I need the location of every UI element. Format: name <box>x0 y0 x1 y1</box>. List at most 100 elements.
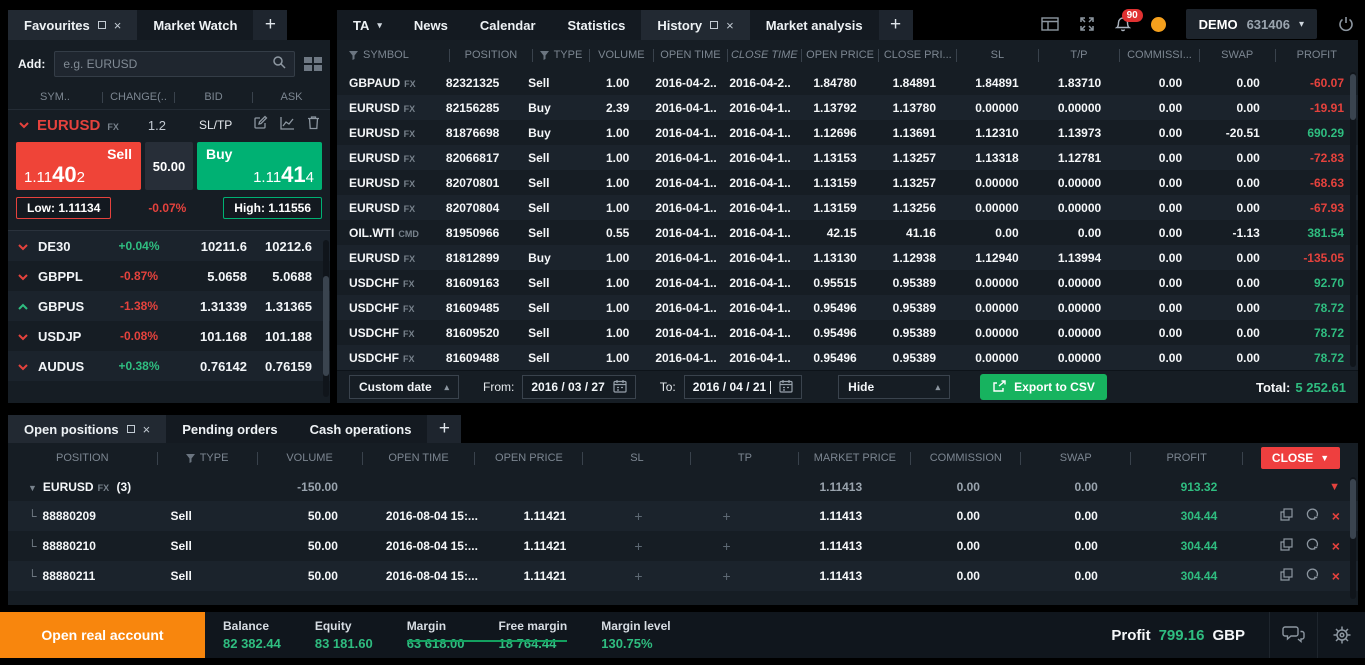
history-col-close-time[interactable]: CLOSE TIME <box>728 49 802 62</box>
account-selector[interactable]: DEMO 631406 ▾ <box>1186 9 1317 39</box>
history-row[interactable]: USDCHFFX81609485Sell1.002016-04-1...2016… <box>337 295 1358 320</box>
watch-bid[interactable]: 101.168 <box>175 329 253 344</box>
watch-bid[interactable]: 0.76142 <box>175 359 253 374</box>
position-row[interactable]: └88880209 Sell 50.00 2016-08-04 15:... 1… <box>8 501 1358 531</box>
positions-col-swap[interactable]: SWAP <box>1021 452 1131 465</box>
power-logout-icon[interactable] <box>1337 15 1355 33</box>
positions-col-market-price[interactable]: MARKET PRICE <box>799 452 911 465</box>
tab-open-positions[interactable]: Open positions × <box>8 415 166 443</box>
volume-input[interactable]: 50.00 <box>145 142 193 190</box>
history-col-volume[interactable]: VOLUME <box>590 49 654 62</box>
tab-market-watch[interactable]: Market Watch <box>137 10 253 40</box>
tab-market-analysis[interactable]: Market analysis <box>750 10 879 40</box>
settings-gear-icon[interactable] <box>1317 612 1365 658</box>
tab-news[interactable]: News <box>398 10 464 40</box>
col-symbol[interactable]: SYM.. <box>8 92 103 103</box>
calendar-icon[interactable] <box>613 379 627 396</box>
history-col-profit[interactable]: PROFIT <box>1276 49 1358 62</box>
positions-col-type[interactable]: TYPE <box>158 452 258 465</box>
positions-scrollbar[interactable] <box>1350 477 1356 599</box>
add-tp-button[interactable]: + <box>723 538 731 554</box>
calendar-icon[interactable] <box>779 379 793 396</box>
history-col-sl[interactable]: SL <box>957 49 1039 62</box>
add-panel-tab-button[interactable]: + <box>427 415 461 443</box>
export-csv-button[interactable]: Export to CSV <box>980 374 1107 400</box>
tab-history[interactable]: History × <box>641 10 749 40</box>
position-row[interactable]: └88880211 Sell 50.00 2016-08-04 15:... 1… <box>8 561 1358 591</box>
history-col-close-pri-[interactable]: CLOSE PRI... <box>879 49 957 62</box>
position-row[interactable]: └88880210 Sell 50.00 2016-08-04 15:... 1… <box>8 531 1358 561</box>
trash-icon[interactable] <box>307 115 320 135</box>
add-panel-tab-button[interactable]: + <box>879 10 913 40</box>
filter-icon[interactable] <box>540 51 549 60</box>
chat-icon[interactable] <box>1269 612 1317 658</box>
buy-button[interactable]: Buy 1.11414 <box>197 142 322 190</box>
history-col-symbol[interactable]: SYMBOL <box>337 49 450 62</box>
close-icon[interactable]: × <box>114 18 122 33</box>
positions-group-row[interactable]: ▼EURUSDFX (3) -150.00 1.11413 0.00 0.00 … <box>8 473 1358 501</box>
history-col-type[interactable]: TYPE <box>533 49 590 62</box>
grid-view-icon[interactable] <box>304 57 322 71</box>
add-sl-button[interactable]: + <box>634 508 642 524</box>
history-scrollbar[interactable] <box>1350 72 1356 367</box>
reverse-order-icon[interactable] <box>1306 538 1319 554</box>
open-real-account-button[interactable]: Open real account <box>0 612 205 658</box>
positions-col-open-time[interactable]: OPEN TIME <box>363 452 476 465</box>
filter-icon[interactable] <box>349 51 358 60</box>
fullscreen-icon[interactable] <box>1079 16 1095 32</box>
positions-col-tp[interactable]: TP <box>691 452 799 465</box>
add-panel-tab-button[interactable]: + <box>253 10 287 40</box>
add-sl-button[interactable]: + <box>634 538 642 554</box>
history-row[interactable]: EURUSDFX82066817Sell1.002016-04-1...2016… <box>337 145 1358 170</box>
watch-ask[interactable]: 10212.6 <box>253 239 330 254</box>
watch-bid[interactable]: 1.31339 <box>175 299 253 314</box>
edit-order-icon[interactable] <box>253 115 268 135</box>
close-icon[interactable]: × <box>726 18 734 33</box>
history-col-swap[interactable]: SWAP <box>1200 49 1276 62</box>
watchlist-row[interactable]: GBPPL -0.87% 5.0658 5.0688 <box>8 261 330 291</box>
history-col-commissi-[interactable]: COMMISSI... <box>1120 49 1200 62</box>
history-row[interactable]: EURUSDFX82070804Sell1.002016-04-1...2016… <box>337 195 1358 220</box>
history-row[interactable]: EURUSDFX82156285Buy2.392016-04-1...2016-… <box>337 95 1358 120</box>
hide-select[interactable]: Hide▴ <box>838 375 950 399</box>
history-row[interactable]: USDCHFFX81609488Sell1.002016-04-1...2016… <box>337 345 1358 370</box>
watchlist-row[interactable]: USDJP -0.08% 101.168 101.188 <box>8 321 330 351</box>
history-row[interactable]: EURUSDFX81812899Buy1.002016-04-1...2016-… <box>337 245 1358 270</box>
add-tp-button[interactable]: + <box>723 508 731 524</box>
close-position-icon[interactable]: × <box>1332 540 1340 552</box>
from-date-input[interactable]: 2016 / 03 / 27 <box>522 375 635 399</box>
group-close-dropdown-icon[interactable]: ▼ <box>1329 481 1340 493</box>
add-tp-button[interactable]: + <box>723 568 731 584</box>
chevron-down-icon[interactable] <box>18 116 30 134</box>
watchlist-row[interactable]: AUDUS +0.38% 0.76142 0.76159 <box>8 351 330 381</box>
col-ask[interactable]: ASK <box>253 92 330 103</box>
positions-col-commission[interactable]: COMMISSION <box>911 452 1021 465</box>
maximize-icon[interactable] <box>710 21 718 29</box>
duplicate-order-icon[interactable] <box>1280 568 1293 584</box>
col-change[interactable]: CHANGE(.. <box>103 92 175 103</box>
symbol-search-input[interactable]: e.g. EURUSD <box>54 51 295 77</box>
duplicate-order-icon[interactable] <box>1280 508 1293 524</box>
watch-bid[interactable]: 10211.6 <box>175 239 253 254</box>
watch-bid[interactable]: 5.0658 <box>175 269 253 284</box>
close-position-icon[interactable]: × <box>1332 570 1340 582</box>
watchlist-row[interactable]: GBPUS -1.38% 1.31339 1.31365 <box>8 291 330 321</box>
history-col-position[interactable]: POSITION <box>450 49 533 62</box>
collapse-triangle-icon[interactable]: ▼ <box>28 483 37 493</box>
to-date-input[interactable]: 2016 / 04 / 21 <box>684 375 802 399</box>
positions-col-volume[interactable]: VOLUME <box>258 452 363 465</box>
col-bid[interactable]: BID <box>175 92 253 103</box>
close-all-button[interactable]: CLOSE▼ <box>1261 447 1340 469</box>
history-row[interactable]: USDCHFFX81609520Sell1.002016-04-1...2016… <box>337 320 1358 345</box>
maximize-icon[interactable] <box>98 21 106 29</box>
positions-col-profit[interactable]: PROFIT <box>1131 452 1243 465</box>
watch-ask[interactable]: 101.188 <box>253 329 330 344</box>
connection-status-icon[interactable] <box>1151 17 1166 32</box>
instrument-header[interactable]: EURUSD FX 1.2 SL/TP <box>8 110 330 138</box>
close-position-icon[interactable]: × <box>1332 510 1340 522</box>
tab-favourites[interactable]: Favourites × <box>8 10 137 40</box>
layout-icon[interactable] <box>1041 17 1059 31</box>
watch-ask[interactable]: 1.31365 <box>253 299 330 314</box>
positions-col-position[interactable]: POSITION <box>8 452 158 465</box>
tab-calendar[interactable]: Calendar <box>464 10 552 40</box>
